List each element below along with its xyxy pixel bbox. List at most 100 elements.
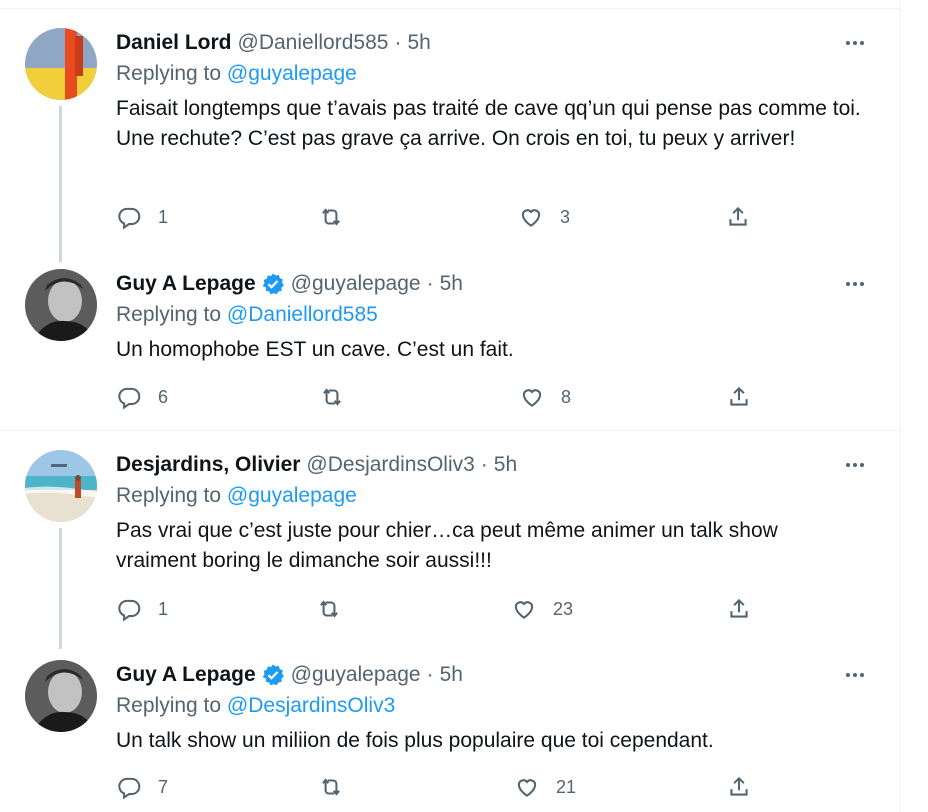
reply-button[interactable]: 1 <box>116 202 168 232</box>
tweet[interactable]: Desjardins, Olivier @DesjardinsOliv3 · 5… <box>0 450 900 649</box>
reply-button[interactable]: 7 <box>116 772 168 802</box>
retweet-icon <box>320 600 338 618</box>
share-button[interactable] <box>725 202 751 232</box>
tweet-content: Daniel Lord @Daniellord585 · 5h Replying… <box>116 28 870 243</box>
tweet-actions: 1 3 <box>116 202 766 232</box>
verified-badge-icon <box>262 273 284 295</box>
reply-count: 1 <box>158 598 169 619</box>
replying-to-link[interactable]: @guyalepage <box>227 484 357 507</box>
like-icon <box>522 389 542 407</box>
reply-button[interactable]: 1 <box>116 594 168 624</box>
tweet-header: Guy A Lepage @guyalepage · 5h <box>116 660 463 690</box>
more-icon[interactable] <box>840 452 870 478</box>
author-handle[interactable]: @guyalepage <box>291 663 421 687</box>
retweet-button[interactable] <box>318 772 360 802</box>
share-button[interactable] <box>726 382 752 412</box>
reply-count: 6 <box>158 386 169 407</box>
tweet-content: Guy A Lepage @guyalepage · 5h Replying t… <box>116 660 870 812</box>
timestamp[interactable]: 5h <box>440 663 463 687</box>
separator-dot: · <box>426 272 434 295</box>
like-count: 8 <box>561 386 572 407</box>
avatar[interactable] <box>25 269 97 341</box>
tweet-header: Desjardins, Olivier @DesjardinsOliv3 · 5… <box>116 450 517 480</box>
tweet[interactable]: Guy A Lepage @guyalepage · 5h Replying t… <box>0 660 900 812</box>
tweet-text: Faisait longtemps que t’avais pas traité… <box>116 97 861 150</box>
like-button[interactable]: 3 <box>518 202 570 232</box>
tweet[interactable]: Daniel Lord @Daniellord585 · 5h Replying… <box>0 28 900 262</box>
share-icon <box>730 598 748 618</box>
retweet-button[interactable] <box>318 202 360 232</box>
more-icon[interactable] <box>840 662 870 688</box>
reply-count: 7 <box>158 776 169 797</box>
conversation-divider <box>0 430 900 431</box>
share-button[interactable] <box>726 772 752 802</box>
retweet-icon <box>322 208 340 226</box>
avatar[interactable] <box>25 28 97 100</box>
tweet-actions: 1 23 <box>116 594 766 624</box>
verified-badge-icon <box>262 664 284 686</box>
thread-line <box>59 106 62 262</box>
avatar[interactable] <box>25 450 97 522</box>
share-icon <box>730 776 748 796</box>
avatar[interactable] <box>25 660 97 732</box>
replying-to-link[interactable]: @guyalepage <box>227 62 357 85</box>
author-name[interactable]: Daniel Lord <box>116 31 232 55</box>
author-name[interactable]: Guy A Lepage <box>116 663 256 687</box>
replying-label: Replying to <box>116 62 222 85</box>
retweet-icon <box>323 388 341 406</box>
tweet-text: Un talk show un miliion de fois plus pop… <box>116 729 714 752</box>
retweet-button[interactable] <box>319 382 361 412</box>
tweet-content: Guy A Lepage @guyalepage · 5h Replying t… <box>116 269 870 414</box>
replying-to: Replying to @guyalepage <box>116 62 357 86</box>
tweet-text: Pas vrai que c’est juste pour chier…ca p… <box>116 519 778 572</box>
replying-label: Replying to <box>116 694 222 717</box>
author-handle[interactable]: @DesjardinsOliv3 <box>306 453 474 477</box>
tweet-header: Guy A Lepage @guyalepage · 5h <box>116 269 463 299</box>
replying-to: Replying to @DesjardinsOliv3 <box>116 694 395 718</box>
replying-label: Replying to <box>116 484 222 507</box>
like-button[interactable]: 21 <box>514 772 576 802</box>
tweet-text: Un homophobe EST un cave. C’est un fait. <box>116 338 514 361</box>
author-name[interactable]: Guy A Lepage <box>116 272 256 296</box>
replying-to-link[interactable]: @DesjardinsOliv3 <box>227 694 395 717</box>
like-button[interactable]: 8 <box>519 382 571 412</box>
replying-to: Replying to @guyalepage <box>116 484 357 508</box>
retweet-icon <box>322 778 340 796</box>
author-handle[interactable]: @Daniellord585 <box>238 31 389 55</box>
like-icon <box>517 779 537 797</box>
reply-button[interactable]: 6 <box>116 382 168 412</box>
top-divider <box>0 8 900 9</box>
like-count: 3 <box>560 206 571 227</box>
timestamp[interactable]: 5h <box>494 453 517 477</box>
replying-to-link[interactable]: @Daniellord585 <box>227 303 378 326</box>
reply-count: 1 <box>158 206 169 227</box>
reply-icon <box>118 599 141 622</box>
share-icon <box>729 206 747 226</box>
like-count: 23 <box>553 598 574 619</box>
share-button[interactable] <box>726 594 752 624</box>
like-count: 21 <box>556 776 577 797</box>
more-icon[interactable] <box>840 30 870 56</box>
retweet-button[interactable] <box>316 594 358 624</box>
more-icon[interactable] <box>840 271 870 297</box>
conversation-feed: Daniel Lord @Daniellord585 · 5h Replying… <box>0 0 901 812</box>
tweet-actions: 7 21 <box>116 772 766 802</box>
share-icon <box>730 386 748 406</box>
reply-icon <box>118 207 141 230</box>
thread-line <box>59 528 62 649</box>
like-icon <box>514 601 534 619</box>
timestamp[interactable]: 5h <box>440 272 463 296</box>
author-handle[interactable]: @guyalepage <box>291 272 421 296</box>
tweet-actions: 6 8 <box>116 382 766 412</box>
timestamp[interactable]: 5h <box>407 31 430 55</box>
tweet-content: Desjardins, Olivier @DesjardinsOliv3 · 5… <box>116 450 870 625</box>
tweet[interactable]: Guy A Lepage @guyalepage · 5h Replying t… <box>0 269 900 414</box>
replying-label: Replying to <box>116 303 222 326</box>
like-icon <box>521 209 541 227</box>
reply-icon <box>118 777 141 800</box>
separator-dot: · <box>480 453 488 476</box>
reply-icon <box>118 387 141 410</box>
author-name[interactable]: Desjardins, Olivier <box>116 453 300 477</box>
replying-to: Replying to @Daniellord585 <box>116 303 378 327</box>
like-button[interactable]: 23 <box>511 594 573 624</box>
